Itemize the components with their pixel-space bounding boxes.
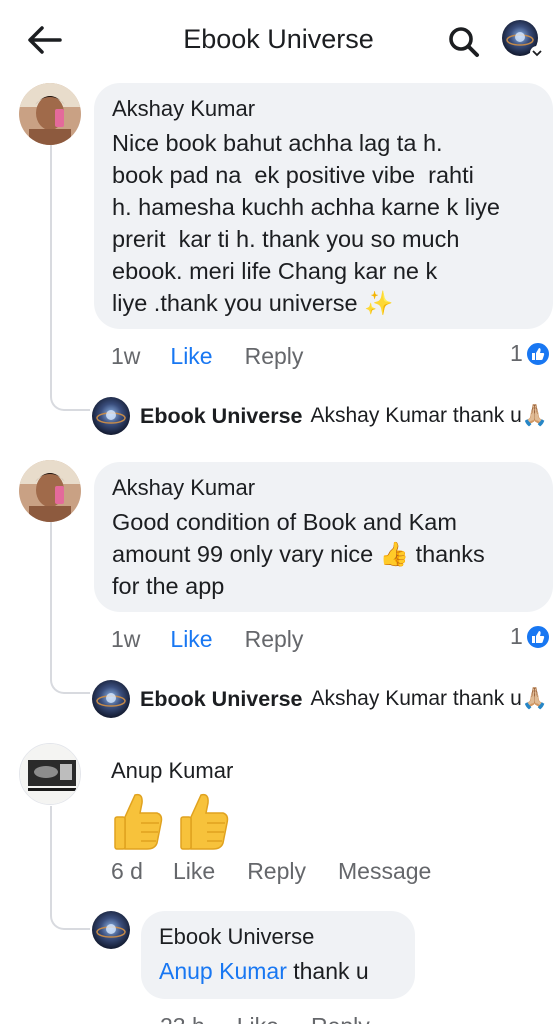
- thumbs-up-emoji: [111, 791, 233, 853]
- user-photo-icon: [19, 83, 81, 145]
- avatar[interactable]: [19, 83, 81, 145]
- search-icon: [449, 27, 479, 57]
- page-reply-author[interactable]: Ebook Universe: [140, 687, 303, 712]
- page-reply-text: Akshay Kumar thank u🙏🏼: [310, 404, 548, 427]
- page-reply-text: Akshay Kumar thank u🙏🏼: [310, 687, 548, 710]
- like-button[interactable]: Like: [173, 858, 215, 885]
- avatar[interactable]: [19, 743, 81, 805]
- comment-timestamp: 1w: [111, 342, 141, 369]
- mention-link[interactable]: Anup Kumar: [159, 958, 287, 984]
- reaction-number: 1: [510, 623, 523, 649]
- user-photo-icon: [19, 460, 81, 522]
- page-avatar-icon: [92, 680, 130, 718]
- comment-timestamp: 1w: [111, 625, 141, 652]
- comment-actions: 6 d Like Reply Message: [111, 855, 431, 887]
- comment-text-line: prerit kar ti h. thank you so much: [112, 226, 460, 252]
- thumbs-up-emoji-icon: [114, 793, 163, 850]
- reaction-count[interactable]: 1: [510, 340, 551, 367]
- thumbs-up-icon: [524, 623, 551, 650]
- comment-text-line: amount 99 only vary nice 👍 thanks: [112, 541, 485, 567]
- comment-bubble[interactable]: Akshay Kumar Nice book bahut achha lag t…: [94, 83, 553, 329]
- page-reply[interactable]: Ebook Universe Akshay Kumar thank u🙏🏼: [92, 679, 548, 719]
- page-reply-actions: 23 h Like Reply: [160, 1010, 370, 1024]
- comment-block: Anup Kumar: [111, 757, 233, 853]
- comment-timestamp: 23 h: [160, 1013, 205, 1024]
- comment-text-line: Nice book bahut achha lag ta h.: [112, 130, 443, 156]
- profile-switcher-button[interactable]: [500, 20, 544, 60]
- thread-connector: [50, 806, 90, 930]
- comment-author[interactable]: Anup Kumar: [111, 757, 233, 785]
- comment-author[interactable]: Akshay Kumar: [112, 474, 535, 502]
- comment-text-line: ebook. meri life Chang kar ne k: [112, 258, 438, 284]
- comment-bubble[interactable]: Akshay Kumar Good condition of Book and …: [94, 462, 553, 612]
- page-avatar-icon: [92, 911, 130, 949]
- page-reply[interactable]: Ebook Universe Akshay Kumar thank u🙏🏼: [92, 396, 548, 436]
- comment-actions: 1w Like Reply: [111, 340, 303, 372]
- comment-text-line: for the app: [112, 573, 225, 599]
- user-photo-icon: [20, 744, 80, 804]
- reply-button[interactable]: Reply: [245, 626, 304, 653]
- reply-button[interactable]: Reply: [311, 1013, 370, 1024]
- page-avatar-icon: [92, 397, 130, 435]
- thumbs-up-emoji-icon: [180, 793, 229, 850]
- header-bar: Ebook Universe: [0, 0, 557, 80]
- page-reply-author[interactable]: Ebook Universe: [140, 404, 303, 429]
- thread-connector: [50, 522, 90, 694]
- reaction-count[interactable]: 1: [510, 623, 551, 650]
- comment-text-line: h. hamesha kuchh achha karne k liye: [112, 194, 500, 220]
- page-reply-author[interactable]: Ebook Universe: [159, 923, 397, 951]
- like-button[interactable]: Like: [237, 1013, 279, 1024]
- page-reply-bubble[interactable]: Ebook Universe Anup Kumar thank u: [141, 911, 415, 999]
- comment-text-line: liye .thank you universe ✨: [112, 290, 394, 316]
- like-button[interactable]: Like: [170, 343, 212, 370]
- page-reply-text: thank u: [293, 958, 369, 984]
- comment-timestamp: 6 d: [111, 857, 143, 884]
- like-button[interactable]: Like: [170, 626, 212, 653]
- reply-button[interactable]: Reply: [247, 858, 306, 885]
- page-reply-text-row: Anup Kumar thank u: [159, 955, 397, 987]
- comment-actions: 1w Like Reply: [111, 623, 303, 655]
- comment-text-line: book pad na ek positive vibe rahti: [112, 162, 474, 188]
- comment-text-line: Good condition of Book and Kam: [112, 509, 457, 535]
- comment-author[interactable]: Akshay Kumar: [112, 95, 535, 123]
- thread-connector: [50, 145, 90, 411]
- reaction-number: 1: [510, 340, 523, 366]
- chevron-down-icon: [530, 46, 544, 60]
- thumbs-up-icon: [524, 340, 551, 367]
- avatar[interactable]: [19, 460, 81, 522]
- message-button[interactable]: Message: [338, 858, 431, 885]
- reply-button[interactable]: Reply: [245, 343, 304, 370]
- search-button[interactable]: [444, 22, 484, 62]
- page-reply-avatar[interactable]: [92, 911, 130, 949]
